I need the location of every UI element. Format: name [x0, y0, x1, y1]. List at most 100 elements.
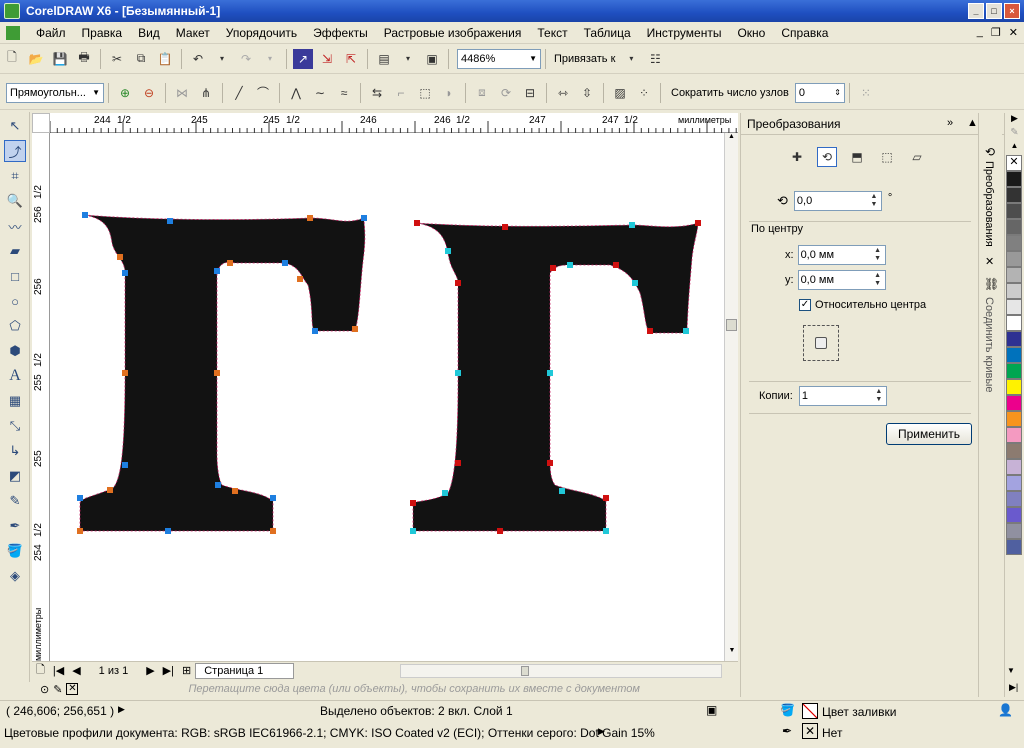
fill-tool-icon[interactable]: 🪣 — [4, 540, 26, 562]
user-icon[interactable]: 👤 — [998, 703, 1013, 717]
color-swatch[interactable] — [1006, 187, 1022, 203]
ellipse-tool-icon[interactable]: ○ — [4, 290, 26, 312]
palette-flyout-icon[interactable]: ▶| — [1009, 682, 1018, 693]
vertical-scrollbar[interactable]: ▲ ▼ — [724, 133, 738, 661]
menu-edit[interactable]: Правка — [74, 26, 131, 40]
tab-close-icon[interactable]: ✕ — [985, 255, 994, 268]
curve-node[interactable] — [107, 487, 113, 493]
curve-node[interactable] — [307, 215, 313, 221]
color-swatch[interactable] — [1006, 251, 1022, 267]
reduce-nodes-spinner[interactable]: 0 ⇕ — [794, 82, 845, 103]
menu-window[interactable]: Окно — [729, 26, 773, 40]
curve-node[interactable] — [695, 220, 701, 226]
palette-scroll-down-icon[interactable]: ▼ — [1007, 666, 1015, 675]
connector-tool-icon[interactable]: ↳ — [4, 440, 26, 462]
curve-node[interactable] — [227, 260, 233, 266]
curve-node[interactable] — [282, 260, 288, 266]
menu-bitmaps[interactable]: Растровые изображения — [376, 26, 530, 40]
welcome-screen-icon[interactable]: ▣ — [422, 49, 442, 69]
convert-to-line-icon[interactable]: ╱ — [229, 83, 249, 103]
curve-node[interactable] — [122, 270, 128, 276]
extract-subpath-icon[interactable]: ⬚ — [415, 83, 435, 103]
horizontal-scrollbar[interactable] — [400, 664, 722, 678]
color-swatch[interactable] — [1006, 379, 1022, 395]
add-page-icon[interactable]: ⊞ — [178, 664, 195, 677]
hscroll-thumb[interactable] — [521, 666, 529, 676]
curve-node[interactable] — [270, 528, 276, 534]
undo-dropdown-icon[interactable]: ▾ — [212, 49, 232, 69]
menu-file[interactable]: Файл — [28, 26, 74, 40]
table-tool-icon[interactable]: ▦ — [4, 390, 26, 412]
curve-node[interactable] — [117, 254, 123, 260]
curve-node[interactable] — [82, 212, 88, 218]
scale-mirror-icon[interactable]: ⬒ — [847, 147, 867, 167]
curve-node[interactable] — [455, 460, 461, 466]
reflect-horizontal-icon[interactable]: ⇿ — [553, 83, 573, 103]
color-swatch[interactable] — [1006, 283, 1022, 299]
tab-transformations[interactable]: Преобразования — [983, 161, 995, 247]
import-icon[interactable]: ⇲ — [317, 49, 337, 69]
color-swatch[interactable] — [1006, 427, 1022, 443]
print-icon[interactable]: 🖶 — [74, 49, 94, 69]
freehand-tool-icon[interactable]: 〰 — [4, 215, 26, 237]
maximize-button[interactable]: □ — [986, 3, 1002, 19]
close-curve-icon[interactable]: ◗ — [439, 83, 459, 103]
smooth-node-icon[interactable]: ∼ — [310, 83, 330, 103]
display-icon[interactable]: ▣ — [706, 703, 717, 717]
color-swatch[interactable] — [1006, 523, 1022, 539]
color-swatch[interactable] — [1006, 219, 1022, 235]
outline-pen-tool-icon[interactable]: ✒ — [4, 515, 26, 537]
paste-icon[interactable]: 📋 — [155, 49, 175, 69]
curve-node[interactable] — [629, 222, 635, 228]
curve-node[interactable] — [632, 280, 638, 286]
curve-node[interactable] — [547, 370, 553, 376]
menu-layout[interactable]: Макет — [168, 26, 218, 40]
curve-node[interactable] — [683, 328, 689, 334]
copy-icon[interactable]: ⧉ — [131, 49, 151, 69]
prev-page-icon[interactable]: ◀ — [68, 664, 84, 677]
palette-scroll-up-icon[interactable]: ▶ — [1005, 113, 1024, 127]
anchor-grid[interactable] — [803, 325, 839, 361]
new-document-icon[interactable]: 🗋 — [2, 49, 22, 69]
symmetrical-node-icon[interactable]: ≈ — [334, 83, 354, 103]
doc-restore-button[interactable]: ❐ — [991, 26, 1001, 39]
reverse-direction-icon[interactable]: ⇆ — [367, 83, 387, 103]
color-swatch[interactable] — [1006, 315, 1022, 331]
curve-node[interactable] — [410, 500, 416, 506]
no-color-swatch[interactable]: ✕ — [1006, 155, 1022, 171]
curve-node[interactable] — [613, 262, 619, 268]
color-swatch[interactable] — [1006, 491, 1022, 507]
undo-icon[interactable]: ↶ — [188, 49, 208, 69]
color-profiles-text[interactable]: Цветовые профили документа: RGB: sRGB IE… — [4, 726, 655, 740]
rectangle-tool-icon[interactable]: □ — [4, 265, 26, 287]
align-nodes-icon[interactable]: ⊟ — [520, 83, 540, 103]
search-content-icon[interactable]: ↗ — [293, 48, 313, 69]
curve-node[interactable] — [214, 268, 220, 274]
select-all-nodes-icon[interactable]: ⁘ — [634, 83, 654, 103]
color-swatch[interactable] — [1006, 507, 1022, 523]
copies-spinner[interactable]: 1 ▲ ▼ — [798, 386, 887, 406]
tab-join-curves[interactable]: Соединить кривые — [983, 297, 995, 393]
rotate-nodes-icon[interactable]: ⟳ — [496, 83, 516, 103]
pick-tool-icon[interactable]: ↖ — [4, 115, 26, 137]
redo-icon[interactable]: ↷ — [236, 49, 256, 69]
vertical-ruler[interactable]: 256 1/2 256 255 1/2 255 254 1/2 миллимет… — [32, 133, 50, 661]
eyedropper-palette-icon[interactable]: ✎ — [1005, 127, 1024, 141]
coords-arrow-icon[interactable]: ▶ — [118, 704, 125, 715]
curve-node[interactable] — [414, 220, 420, 226]
doc-close-button[interactable]: ✕ — [1009, 26, 1018, 39]
extend-curve-icon[interactable]: ⌐ — [391, 83, 411, 103]
add-node-icon[interactable]: ⊕ — [115, 83, 135, 103]
curve-node[interactable] — [352, 326, 358, 332]
curve-node[interactable] — [77, 495, 83, 501]
crop-tool-icon[interactable]: ⌗ — [4, 165, 26, 187]
x-center-spinner[interactable]: 0,0 мм ▲ ▼ — [797, 245, 886, 265]
open-icon[interactable]: 📂 — [26, 49, 46, 69]
first-page-icon[interactable]: |◀ — [49, 664, 68, 677]
curve-node[interactable] — [270, 495, 276, 501]
docker-expand-icon[interactable]: » — [947, 117, 953, 129]
color-swatch[interactable] — [1006, 331, 1022, 347]
minimize-button[interactable]: _ — [968, 3, 984, 19]
curve-node[interactable] — [214, 370, 220, 376]
curve-node[interactable] — [647, 328, 653, 334]
